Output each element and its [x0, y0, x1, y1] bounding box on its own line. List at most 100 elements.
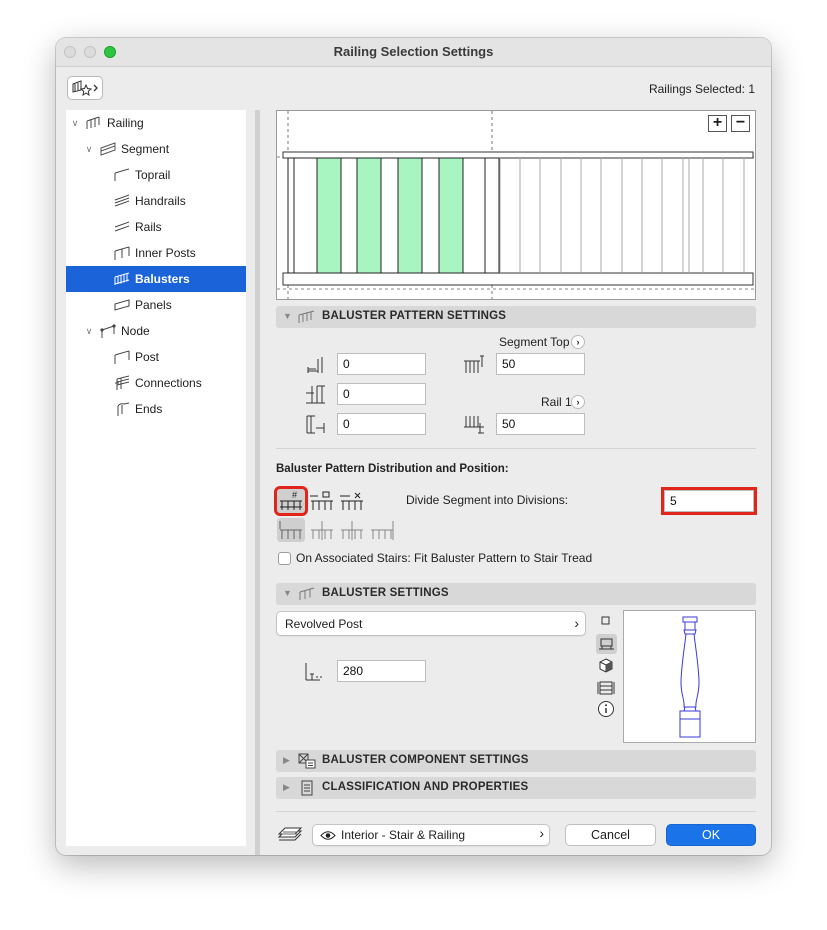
section-view-icon[interactable]: [597, 679, 615, 697]
3d-view-icon[interactable]: [597, 657, 615, 675]
align-center-button[interactable]: [308, 518, 336, 542]
chevron-down-icon[interactable]: ∨: [70, 110, 80, 136]
zoom-in-button[interactable]: +: [708, 115, 727, 132]
svg-text:#: #: [292, 490, 297, 500]
balusters-icon: [114, 272, 130, 285]
pattern-length-field[interactable]: [337, 383, 426, 405]
baluster-pattern-settings-header[interactable]: ▼ BALUSTER PATTERN SETTINGS: [276, 306, 756, 328]
rail-offset-field[interactable]: [496, 413, 585, 435]
favorites-star-icon: [72, 80, 98, 97]
baluster-settings-header[interactable]: ▼ BALUSTER SETTINGS: [276, 583, 756, 605]
tree-item-label: Panels: [135, 298, 172, 312]
railing-icon: [86, 116, 100, 129]
rail-chevron-button[interactable]: ›: [571, 395, 585, 409]
section-title: BALUSTER SETTINGS: [322, 587, 449, 599]
component-settings-icon: [298, 753, 316, 769]
tree-item-connections[interactable]: Connections: [66, 370, 246, 396]
right-offset-field[interactable]: [337, 413, 426, 435]
tree-item-label: Inner Posts: [135, 246, 196, 260]
zoom-out-button[interactable]: −: [731, 115, 750, 132]
ok-button[interactable]: OK: [666, 824, 756, 846]
2d-view-icon[interactable]: [597, 612, 615, 630]
right-offset-icon: [306, 415, 325, 434]
align-center-icon: [311, 521, 333, 540]
left-offset-field[interactable]: [337, 353, 426, 375]
baluster-pattern-preview: + −: [276, 110, 756, 300]
left-offset-icon: [307, 357, 323, 373]
tree-item-segment[interactable]: ∨ Segment: [66, 136, 246, 162]
tree-item-post[interactable]: Post: [66, 344, 246, 370]
pattern-preview-drawing: [277, 111, 755, 299]
rails-icon: [114, 221, 130, 232]
tree-item-label: Segment: [121, 142, 170, 156]
model-view-value: Interior - Stair & Railing: [341, 828, 466, 842]
document-icon: [301, 780, 313, 796]
tree-item-node[interactable]: ∨ Node: [66, 318, 246, 344]
fixed-distance-distribution-button[interactable]: [308, 489, 336, 513]
connections-icon: [115, 375, 130, 390]
tree-item-panels[interactable]: Panels: [66, 292, 246, 318]
elevation-view-button[interactable]: [596, 634, 617, 654]
align-start-button[interactable]: [277, 518, 305, 542]
fit-stair-tread-label: On Associated Stairs: Fit Baluster Patte…: [296, 551, 593, 565]
ends-icon: [117, 402, 130, 416]
tree-item-inner-posts[interactable]: Inner Posts: [66, 240, 246, 266]
align-symmetric-button[interactable]: [338, 518, 366, 542]
toprail-icon: [114, 168, 130, 181]
railing-selection-settings-dialog: Railing Selection Settings Railings Sele…: [56, 38, 771, 855]
top-offset-icon: [464, 355, 484, 373]
segment-top-field[interactable]: [496, 353, 585, 375]
inner-posts-icon: [114, 246, 130, 260]
baluster-profile-preview: [623, 610, 756, 743]
baluster-height-icon: [305, 663, 322, 681]
fit-distribution-button[interactable]: [338, 489, 366, 513]
tree-item-toprail[interactable]: Toprail: [66, 162, 246, 188]
baluster-component-settings-header[interactable]: ▶ BALUSTER COMPONENT SETTINGS: [276, 750, 756, 772]
disclosure-down-icon: ▼: [283, 588, 292, 598]
classification-properties-header[interactable]: ▶ CLASSIFICATION AND PROPERTIES: [276, 777, 756, 799]
tree-item-label: Connections: [135, 376, 202, 390]
elevation-view-icon: [599, 638, 614, 650]
baluster-height-field[interactable]: [337, 660, 426, 682]
align-start-icon: [279, 521, 302, 539]
tree-item-label: Toprail: [135, 168, 171, 182]
cancel-button[interactable]: Cancel: [565, 824, 656, 846]
divisions-field[interactable]: [661, 487, 757, 515]
segment-top-chevron-button[interactable]: ›: [571, 335, 585, 349]
tree-item-ends[interactable]: Ends: [66, 396, 246, 422]
model-view-selector[interactable]: Interior - Stair & Railing ›: [312, 824, 550, 846]
chevron-down-icon[interactable]: ∨: [84, 318, 94, 344]
disclosure-right-icon: ▶: [283, 755, 290, 765]
disclosure-down-icon: ▼: [283, 311, 292, 321]
chevron-down-icon[interactable]: ∨: [84, 136, 94, 162]
tree-item-label: Railing: [107, 116, 144, 130]
handrails-icon: [114, 194, 130, 207]
tree-item-handrails[interactable]: Handrails: [66, 188, 246, 214]
post-icon: [114, 350, 130, 364]
baluster-profile-selector[interactable]: Revolved Post ›: [276, 611, 586, 636]
tree-item-label: Node: [121, 324, 150, 338]
chevron-right-icon: ›: [574, 615, 579, 631]
lock-distance-icon: [310, 491, 333, 510]
distribution-heading: Baluster Pattern Distribution and Positi…: [276, 463, 509, 475]
panel-splitter[interactable]: [255, 110, 260, 855]
tree-item-label: Balusters: [135, 272, 190, 286]
chevron-right-icon: ›: [539, 825, 544, 841]
tree-item-label: Rails: [135, 220, 162, 234]
align-end-button[interactable]: [368, 518, 396, 542]
baluster-icon: [299, 587, 315, 600]
fixed-number-distribution-button[interactable]: #: [274, 486, 308, 516]
tree-item-rails[interactable]: Rails: [66, 214, 246, 240]
selection-count: Railings Selected: 1: [648, 82, 755, 96]
tree-item-label: Post: [135, 350, 160, 364]
layer-stack-icon: [277, 827, 303, 841]
info-icon[interactable]: [597, 700, 615, 718]
tree-item-railing[interactable]: ∨ Railing: [66, 110, 246, 136]
fit-stair-tread-checkbox[interactable]: [278, 552, 291, 565]
section-title: CLASSIFICATION AND PROPERTIES: [322, 781, 529, 793]
hash-distribution-icon: #: [280, 490, 302, 510]
favorites-button[interactable]: [67, 76, 103, 100]
rail-label: Rail 1: [541, 395, 572, 409]
tree-item-balusters[interactable]: Balusters: [66, 266, 246, 292]
stretch-distribution-icon: [340, 492, 363, 510]
